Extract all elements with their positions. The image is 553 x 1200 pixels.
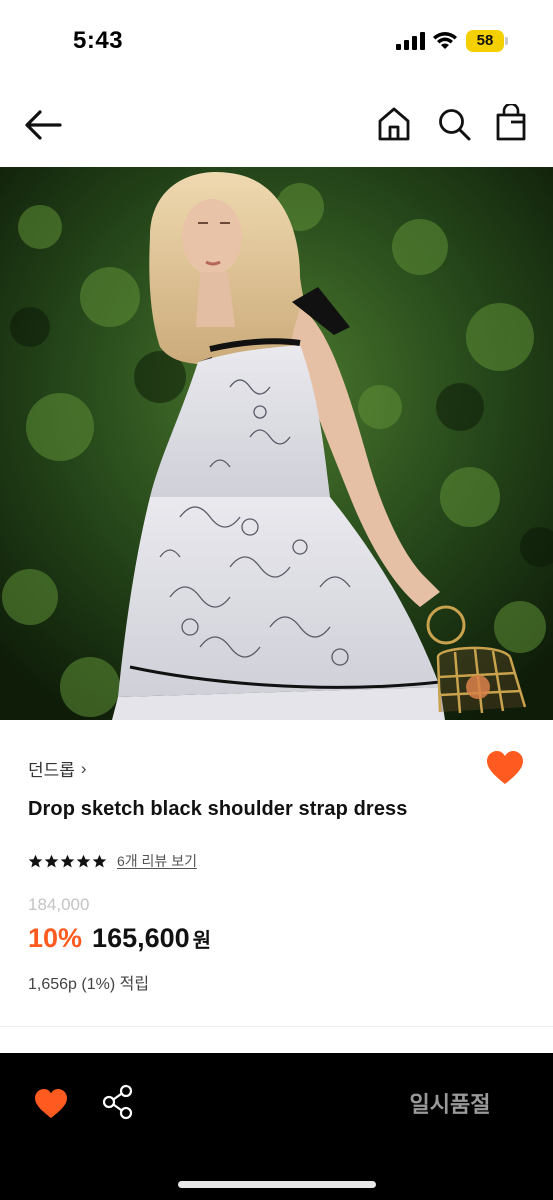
bottom-wishlist-button[interactable] <box>33 1088 69 1120</box>
status-bar: 5:43 58 <box>0 0 553 84</box>
home-indicator <box>178 1181 376 1188</box>
star-icon <box>76 854 91 867</box>
shopping-bag-button[interactable] <box>493 104 529 142</box>
home-button[interactable] <box>376 106 412 142</box>
wishlist-heart-button[interactable] <box>485 750 525 786</box>
divider <box>0 1026 553 1027</box>
share-icon <box>102 1084 133 1120</box>
brand-link[interactable]: 던드롭 › <box>28 756 87 781</box>
star-icon <box>60 854 75 867</box>
arrow-left-icon <box>25 110 62 140</box>
battery-indicator: 58 <box>466 30 508 52</box>
bottom-action-bar: 일시품절 <box>0 1053 553 1200</box>
price-row: 10% 165,600 원 <box>28 923 211 954</box>
search-button[interactable] <box>436 106 472 142</box>
discount-rate: 10% <box>28 923 83 953</box>
search-icon <box>439 109 471 141</box>
brand-name: 던드롭 <box>28 761 75 780</box>
sold-out-button[interactable]: 일시품절 <box>360 1073 540 1133</box>
star-icon <box>44 854 59 867</box>
home-icon <box>378 107 410 141</box>
wifi-icon <box>432 30 458 50</box>
share-button[interactable] <box>101 1084 135 1120</box>
reward-points: 1,656p (1%) 적립 <box>28 976 150 993</box>
shopping-bag-icon <box>496 104 526 141</box>
product-title: Drop sketch black shoulder strap dress <box>28 798 408 820</box>
cellular-signal-icon <box>396 32 426 50</box>
original-price: 184,000 <box>28 895 90 914</box>
star-icon <box>92 854 107 867</box>
rating-stars <box>28 854 107 869</box>
back-button[interactable] <box>22 106 64 144</box>
chevron-right-icon: › <box>80 758 87 778</box>
heart-icon <box>487 751 523 784</box>
product-info: 던드롭 › Drop sketch black shoulder strap d… <box>0 720 553 1028</box>
currency-label: 원 <box>192 930 212 952</box>
top-navigation <box>0 94 553 164</box>
product-photo <box>0 167 553 720</box>
sale-price: 165,600 <box>92 923 190 953</box>
product-image[interactable] <box>0 167 553 720</box>
battery-level: 58 <box>476 32 494 49</box>
star-icon <box>28 854 43 867</box>
rating-row: 6개 리뷰 보기 <box>28 851 197 871</box>
status-time: 5:43 <box>73 27 124 54</box>
review-link[interactable]: 6개 리뷰 보기 <box>117 851 197 871</box>
heart-icon <box>35 1089 67 1118</box>
